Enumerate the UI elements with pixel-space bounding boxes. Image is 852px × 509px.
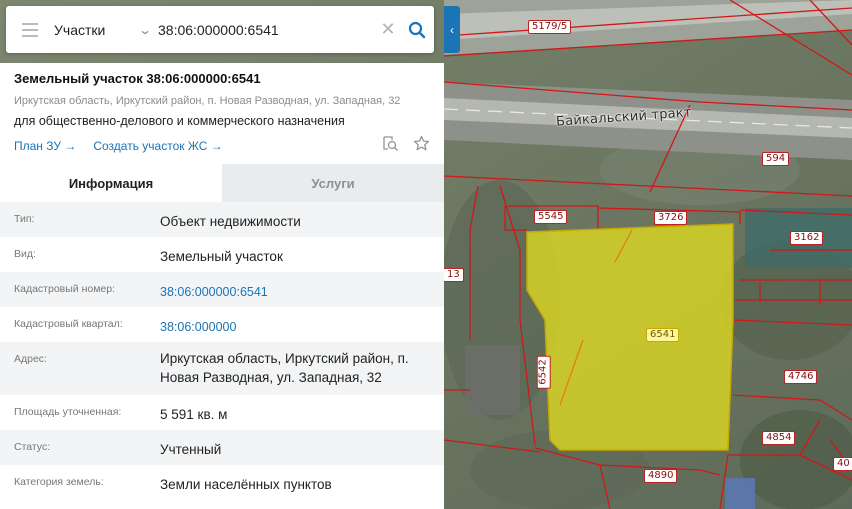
info-key: Вид: bbox=[14, 248, 36, 260]
create-parcel-link[interactable]: Создать участок ЖС → bbox=[93, 138, 222, 154]
parcel-label-3162[interactable]: 3162 bbox=[790, 231, 824, 245]
info-table: Тип: Объект недвижимости Вид: Земельный … bbox=[0, 202, 444, 500]
parcel-label-594[interactable]: 594 bbox=[762, 152, 790, 166]
cadastral-number-link[interactable]: 38:06:000000:6541 bbox=[160, 272, 444, 302]
info-value: Земельный участок bbox=[160, 249, 283, 264]
cadastral-quarter-link[interactable]: 38:06:000000 bbox=[160, 307, 444, 337]
info-row: Статус: Учтенный bbox=[0, 430, 444, 465]
object-address: Иркутская область, Иркутский район, п. Н… bbox=[14, 95, 401, 107]
info-value: Учтенный bbox=[160, 442, 222, 457]
selected-parcel bbox=[526, 223, 734, 451]
info-value: Объект недвижимости bbox=[160, 214, 301, 229]
info-row: Тип: Объект недвижимости bbox=[0, 202, 444, 237]
plan-link[interactable]: План ЗУ → bbox=[14, 138, 76, 154]
object-title: Земельный участок 38:06:000000:6541 bbox=[14, 71, 261, 86]
collapse-chevron-icon[interactable]: ‹ bbox=[444, 6, 460, 53]
parcel-label-3726[interactable]: 3726 bbox=[654, 211, 688, 225]
zoom-to-icon[interactable] bbox=[382, 135, 399, 156]
info-row: Категория земель: Земли населённых пункт… bbox=[0, 465, 444, 500]
search-input[interactable] bbox=[158, 14, 376, 45]
parcel-label-4746[interactable]: 4746 bbox=[784, 370, 818, 384]
info-row: Вид: Земельный участок bbox=[0, 237, 444, 272]
search-bar: Участки ⌄ ✕ bbox=[6, 6, 434, 53]
info-row: Кадастровый номер: 38:06:000000:6541 bbox=[0, 272, 444, 307]
info-row: Кадастровый квартал: 38:06:000000 bbox=[0, 307, 444, 342]
parcel-label-5179-5[interactable]: 5179/5 bbox=[528, 20, 572, 34]
close-icon[interactable]: ✕ bbox=[376, 19, 400, 40]
star-icon[interactable] bbox=[413, 135, 430, 156]
menu-icon[interactable] bbox=[6, 6, 54, 53]
info-key: Кадастровый квартал: bbox=[14, 318, 123, 330]
parcel-label-40[interactable]: 40 bbox=[833, 457, 852, 471]
info-key: Категория земель: bbox=[14, 476, 104, 488]
info-row: Адрес: Иркутская область, Иркутский райо… bbox=[0, 342, 444, 395]
info-key: Кадастровый номер: bbox=[14, 283, 116, 295]
parcel-label-5545[interactable]: 5545 bbox=[534, 210, 568, 224]
panel-tabs: Информация Услуги bbox=[0, 164, 444, 202]
category-select[interactable]: Участки ⌄ bbox=[54, 22, 158, 38]
search-icon[interactable] bbox=[400, 6, 434, 53]
info-key: Адрес: bbox=[14, 353, 47, 365]
chevron-down-icon: ⌄ bbox=[137, 22, 153, 37]
object-purpose: для общественно-делового и коммерческого… bbox=[14, 114, 345, 128]
info-value: 5 591 кв. м bbox=[160, 407, 228, 422]
tab-services[interactable]: Услуги bbox=[222, 164, 444, 202]
tab-info[interactable]: Информация bbox=[0, 164, 222, 202]
info-value: Иркутская область, Иркутский район, п. Н… bbox=[160, 351, 409, 385]
category-select-value: Участки bbox=[54, 21, 106, 38]
parcel-label-6541[interactable]: 6541 bbox=[646, 328, 680, 342]
parcel-label-4890[interactable]: 4890 bbox=[644, 469, 678, 483]
parcel-label-4854[interactable]: 4854 bbox=[762, 431, 796, 445]
info-key: Площадь уточненная: bbox=[14, 406, 122, 418]
info-key: Тип: bbox=[14, 213, 35, 225]
info-row: Площадь уточненная: 5 591 кв. м bbox=[0, 395, 444, 430]
info-panel: Земельный участок 38:06:000000:6541 Ирку… bbox=[0, 63, 444, 509]
info-key: Статус: bbox=[14, 441, 51, 453]
object-card: Земельный участок 38:06:000000:6541 Ирку… bbox=[0, 63, 444, 164]
parcel-label-6542[interactable]: 6542 bbox=[536, 355, 551, 389]
info-value: Земли населённых пунктов bbox=[160, 477, 332, 492]
